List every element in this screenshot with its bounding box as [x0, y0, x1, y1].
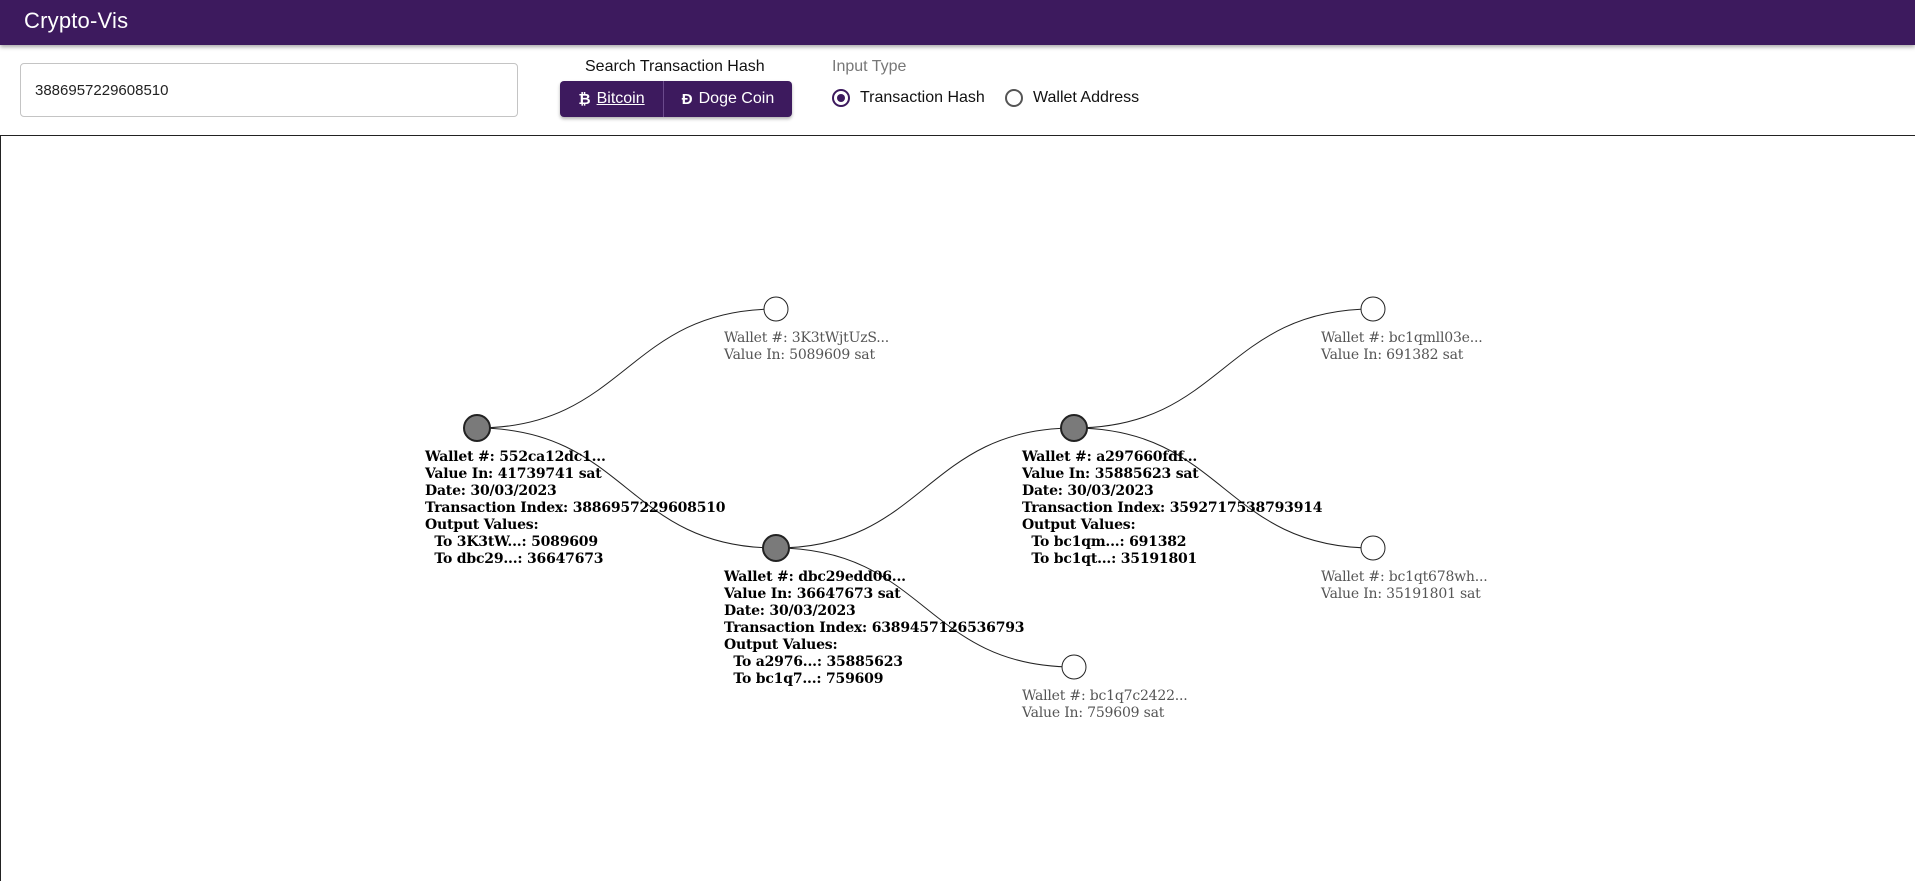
- search-label: Search Transaction Hash: [585, 58, 765, 75]
- node-label-line: Date: 30/03/2023: [425, 483, 557, 499]
- node-label-line: Value In: 5089609 sat: [724, 347, 875, 363]
- graph-canvas[interactable]: Wallet #: 552ca12dc1... Value In: 4173974…: [0, 135, 1915, 881]
- wallet-leaf-node[interactable]: [763, 296, 789, 322]
- node-label-line: Transaction Index: 6389457126536793: [724, 620, 1025, 636]
- node-label-line: Wallet #: 552ca12dc1...: [425, 449, 606, 465]
- transaction-node[interactable]: [762, 534, 790, 562]
- input-type-label: Input Type: [832, 58, 907, 75]
- wallet-leaf-node[interactable]: [1061, 654, 1087, 680]
- node-label-line: Wallet #: bc1qt678wh...: [1321, 569, 1488, 585]
- node-label-line: Value In: 35885623 sat: [1022, 466, 1199, 482]
- node-label-line: Value In: 759609 sat: [1022, 705, 1165, 721]
- node-label-line: Output Values:: [425, 517, 539, 533]
- node-label-line: Wallet #: 3K3tWjtUzS...: [724, 330, 890, 346]
- node-label-line: Value In: 691382 sat: [1321, 347, 1464, 363]
- app-title: Crypto-Vis: [24, 8, 129, 33]
- graph-edge: [476, 308, 777, 429]
- node-label-line: Transaction Index: 3592717538793914: [1022, 500, 1323, 516]
- bitcoin-button-label: Bitcoin: [596, 90, 645, 107]
- dogecoin-button-label: Doge Coin: [698, 90, 775, 107]
- node-label-line: Date: 30/03/2023: [724, 603, 856, 619]
- node-label-line: To bc1qt...: 35191801: [1022, 551, 1198, 567]
- node-label: Wallet #: a297660fdf... Value In: 3588562…: [1022, 449, 1323, 568]
- node-label-line: Value In: 35191801 sat: [1321, 586, 1481, 602]
- node-label-line: Output Values:: [724, 637, 838, 653]
- node-label-line: To a2976...: 35885623: [724, 654, 903, 670]
- radio-checked-icon[interactable]: [832, 89, 850, 107]
- search-input[interactable]: [20, 63, 518, 117]
- node-label-line: To dbc29...: 36647673: [425, 551, 604, 567]
- node-label-line: Transaction Index: 3886957229608510: [425, 500, 726, 516]
- node-label: Wallet #: bc1qt678wh... Value In: 3519180…: [1321, 569, 1488, 603]
- dogecoin-icon: Ð: [681, 90, 693, 108]
- node-label-line: Wallet #: bc1qmll03e...: [1321, 330, 1483, 346]
- wallet-leaf-node[interactable]: [1360, 535, 1386, 561]
- node-label-line: Date: 30/03/2023: [1022, 483, 1154, 499]
- node-label-line: To bc1qm...: 691382: [1022, 534, 1187, 550]
- node-label-line: Output Values:: [1022, 517, 1136, 533]
- radio-transaction-hash[interactable]: Transaction Hash: [832, 89, 985, 107]
- transaction-graph: [463, 296, 1386, 680]
- node-label-line: Value In: 36647673 sat: [724, 586, 901, 602]
- node-label: Wallet #: bc1q7c2422... Value In: 759609 …: [1022, 688, 1188, 722]
- node-label-line: Wallet #: a297660fdf...: [1022, 449, 1198, 465]
- transaction-node[interactable]: [1060, 414, 1088, 442]
- node-label-line: Wallet #: bc1q7c2422...: [1022, 688, 1188, 704]
- node-label: Wallet #: 552ca12dc1... Value In: 4173974…: [425, 449, 726, 568]
- node-label: Wallet #: 3K3tWjtUzS... Value In: 5089609…: [724, 330, 889, 364]
- app-bar: Crypto-Vis: [0, 0, 1915, 45]
- node-label-line: Wallet #: dbc29edd06...: [724, 569, 906, 585]
- node-label-line: To 3K3tW...: 5089609: [425, 534, 598, 550]
- radio-unchecked-icon[interactable]: [1005, 89, 1023, 107]
- bitcoin-button[interactable]: ₿ Bitcoin: [560, 81, 664, 117]
- node-label-line: To bc1q7...: 759609: [724, 671, 884, 687]
- coin-toggle-group: ₿ Bitcoin Ð Doge Coin: [560, 81, 792, 117]
- graph-edge: [1073, 308, 1374, 429]
- wallet-leaf-node[interactable]: [1360, 296, 1386, 322]
- node-label: Wallet #: bc1qmll03e... Value In: 691382 …: [1321, 330, 1483, 364]
- bitcoin-icon: ₿: [578, 90, 591, 108]
- transaction-node[interactable]: [463, 414, 491, 442]
- radio-wallet-address-label: Wallet Address: [1033, 89, 1140, 106]
- node-label-line: Value In: 41739741 sat: [425, 466, 602, 482]
- dogecoin-button[interactable]: Ð Doge Coin: [664, 81, 792, 117]
- radio-transaction-hash-label: Transaction Hash: [860, 89, 985, 106]
- radio-wallet-address[interactable]: Wallet Address: [1005, 89, 1139, 107]
- node-label: Wallet #: dbc29edd06... Value In: 3664767…: [724, 569, 1025, 688]
